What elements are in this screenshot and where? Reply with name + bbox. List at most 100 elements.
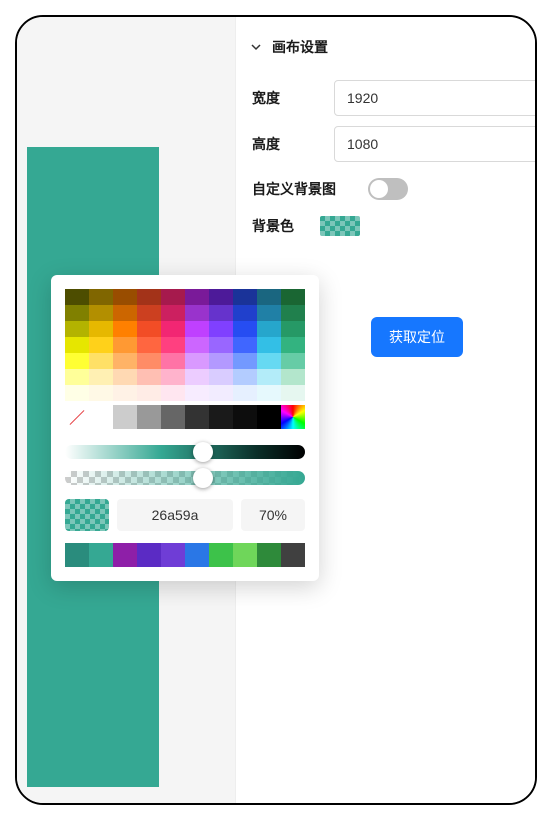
palette-cell[interactable] bbox=[137, 385, 161, 401]
palette-cell[interactable] bbox=[185, 289, 209, 305]
palette-cell[interactable] bbox=[209, 289, 233, 305]
palette-cell[interactable] bbox=[89, 405, 113, 429]
palette-cell[interactable] bbox=[233, 305, 257, 321]
palette-cell[interactable] bbox=[281, 385, 305, 401]
palette-cell[interactable] bbox=[185, 369, 209, 385]
palette-cell[interactable] bbox=[137, 405, 161, 429]
palette-cell[interactable] bbox=[185, 337, 209, 353]
width-input[interactable] bbox=[334, 80, 537, 116]
palette-cell[interactable] bbox=[89, 337, 113, 353]
alpha-slider[interactable] bbox=[65, 471, 305, 485]
palette-cell[interactable] bbox=[233, 385, 257, 401]
lightness-thumb[interactable] bbox=[193, 442, 213, 462]
palette-cell[interactable] bbox=[113, 305, 137, 321]
palette-cell[interactable] bbox=[185, 321, 209, 337]
palette-cell[interactable] bbox=[257, 305, 281, 321]
alpha-input[interactable]: 70% bbox=[241, 499, 305, 531]
palette-cell[interactable] bbox=[209, 385, 233, 401]
palette-cell[interactable] bbox=[113, 321, 137, 337]
no-color-cell[interactable] bbox=[65, 405, 89, 429]
palette-cell[interactable] bbox=[113, 369, 137, 385]
palette-cell[interactable] bbox=[185, 405, 209, 429]
palette-cell[interactable] bbox=[89, 353, 113, 369]
palette-cell[interactable] bbox=[257, 405, 281, 429]
palette-cell[interactable] bbox=[65, 305, 89, 321]
recent-color-cell[interactable] bbox=[257, 543, 281, 567]
palette-cell[interactable] bbox=[233, 337, 257, 353]
palette-cell[interactable] bbox=[65, 369, 89, 385]
palette-cell[interactable] bbox=[257, 321, 281, 337]
palette-cell[interactable] bbox=[257, 353, 281, 369]
recent-color-cell[interactable] bbox=[233, 543, 257, 567]
palette-cell[interactable] bbox=[89, 289, 113, 305]
palette-cell[interactable] bbox=[209, 305, 233, 321]
lightness-slider[interactable] bbox=[65, 445, 305, 459]
palette-cell[interactable] bbox=[257, 337, 281, 353]
palette-cell[interactable] bbox=[281, 289, 305, 305]
palette-cell[interactable] bbox=[233, 369, 257, 385]
palette-cell[interactable] bbox=[185, 385, 209, 401]
recent-color-cell[interactable] bbox=[113, 543, 137, 567]
palette-cell[interactable] bbox=[137, 305, 161, 321]
palette-cell[interactable] bbox=[113, 289, 137, 305]
palette-cell[interactable] bbox=[65, 289, 89, 305]
palette-cell[interactable] bbox=[89, 305, 113, 321]
palette-cell[interactable] bbox=[233, 353, 257, 369]
palette-cell[interactable] bbox=[161, 353, 185, 369]
palette-cell[interactable] bbox=[89, 385, 113, 401]
recent-color-cell[interactable] bbox=[161, 543, 185, 567]
palette-cell[interactable] bbox=[209, 321, 233, 337]
recent-color-cell[interactable] bbox=[65, 543, 89, 567]
palette-cell[interactable] bbox=[185, 353, 209, 369]
height-input[interactable] bbox=[334, 126, 537, 162]
palette-cell[interactable] bbox=[185, 305, 209, 321]
palette-cell[interactable] bbox=[113, 337, 137, 353]
palette-cell[interactable] bbox=[209, 369, 233, 385]
color-palette-grayscale[interactable] bbox=[65, 405, 305, 429]
palette-cell[interactable] bbox=[257, 369, 281, 385]
palette-cell[interactable] bbox=[209, 337, 233, 353]
palette-cell[interactable] bbox=[209, 353, 233, 369]
palette-cell[interactable] bbox=[65, 321, 89, 337]
palette-cell[interactable] bbox=[281, 369, 305, 385]
current-color-swatch[interactable] bbox=[65, 499, 109, 531]
color-palette-grid[interactable] bbox=[65, 289, 305, 401]
palette-cell[interactable] bbox=[161, 369, 185, 385]
recent-color-cell[interactable] bbox=[137, 543, 161, 567]
palette-cell[interactable] bbox=[161, 385, 185, 401]
recent-color-cell[interactable] bbox=[281, 543, 305, 567]
palette-cell[interactable] bbox=[161, 321, 185, 337]
alpha-thumb[interactable] bbox=[193, 468, 213, 488]
palette-cell[interactable] bbox=[209, 405, 233, 429]
palette-cell[interactable] bbox=[137, 353, 161, 369]
palette-cell[interactable] bbox=[65, 385, 89, 401]
palette-cell[interactable] bbox=[113, 353, 137, 369]
palette-cell[interactable] bbox=[65, 337, 89, 353]
palette-cell[interactable] bbox=[89, 321, 113, 337]
recent-color-cell[interactable] bbox=[209, 543, 233, 567]
palette-cell[interactable] bbox=[257, 289, 281, 305]
palette-cell[interactable] bbox=[281, 337, 305, 353]
palette-cell[interactable] bbox=[257, 385, 281, 401]
recent-color-cell[interactable] bbox=[89, 543, 113, 567]
palette-cell[interactable] bbox=[161, 337, 185, 353]
palette-cell[interactable] bbox=[233, 321, 257, 337]
palette-cell[interactable] bbox=[113, 405, 137, 429]
palette-cell[interactable] bbox=[137, 321, 161, 337]
palette-cell[interactable] bbox=[281, 353, 305, 369]
palette-cell[interactable] bbox=[281, 305, 305, 321]
hex-input[interactable]: 26a59a bbox=[117, 499, 233, 531]
section-header[interactable]: 画布设置 bbox=[236, 17, 535, 75]
recent-color-cell[interactable] bbox=[185, 543, 209, 567]
palette-cell[interactable] bbox=[233, 405, 257, 429]
palette-cell[interactable] bbox=[137, 337, 161, 353]
palette-cell[interactable] bbox=[137, 369, 161, 385]
palette-cell[interactable] bbox=[113, 385, 137, 401]
palette-cell[interactable] bbox=[281, 321, 305, 337]
palette-cell[interactable] bbox=[137, 289, 161, 305]
palette-cell[interactable] bbox=[65, 353, 89, 369]
palette-cell[interactable] bbox=[161, 305, 185, 321]
palette-cell[interactable] bbox=[161, 289, 185, 305]
palette-cell[interactable] bbox=[89, 369, 113, 385]
get-position-button[interactable]: 获取定位 bbox=[371, 317, 463, 357]
